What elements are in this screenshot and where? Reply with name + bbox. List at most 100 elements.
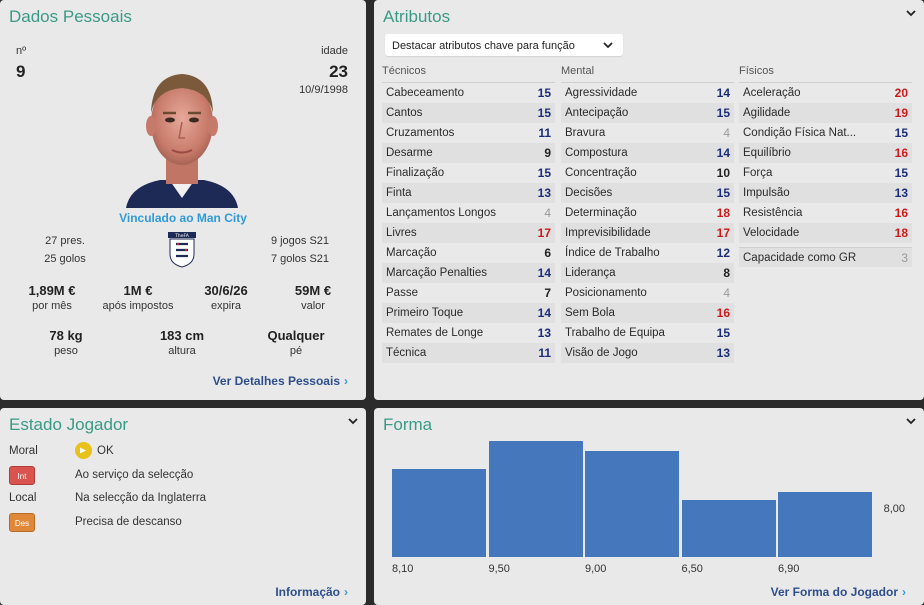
- view-player-form-link[interactable]: Ver Forma do Jogador ›: [771, 585, 906, 599]
- attribute-row[interactable]: Velocidade 18: [739, 223, 912, 243]
- panel-menu-chevron-icon[interactable]: [906, 418, 916, 426]
- height-value: 183 cm: [159, 328, 205, 343]
- attribute-row[interactable]: Cruzamentos 11: [382, 123, 555, 143]
- attribute-row[interactable]: Agressividade 14: [561, 83, 734, 103]
- view-personal-details-link[interactable]: Ver Detalhes Pessoais ›: [213, 374, 348, 388]
- club-goals: 25 golos: [44, 253, 86, 265]
- attribute-row[interactable]: Cabeceamento 15: [382, 83, 555, 103]
- attribute-name: Visão de Jogo: [565, 347, 638, 359]
- attribute-row[interactable]: Liderança 8: [561, 263, 734, 283]
- attribute-name: Passe: [386, 287, 418, 299]
- attribute-row[interactable]: Livres 17: [382, 223, 555, 243]
- weight-value: 78 kg: [49, 328, 83, 343]
- attribute-row[interactable]: Imprevisibilidade 17: [561, 223, 734, 243]
- form-bar-label: 9,00: [585, 563, 607, 575]
- attribute-row[interactable]: Resistência 16: [739, 203, 912, 223]
- attribute-row[interactable]: Sem Bola 16: [561, 303, 734, 323]
- form-bar[interactable]: [392, 468, 486, 557]
- form-bar[interactable]: [585, 450, 679, 557]
- attribute-row[interactable]: Concentração 10: [561, 163, 734, 183]
- attribute-row[interactable]: Determinação 18: [561, 203, 734, 223]
- attribute-row[interactable]: Primeiro Toque 14: [382, 303, 555, 323]
- attribute-value: 8: [723, 266, 730, 280]
- attribute-value: 16: [716, 306, 730, 320]
- attribute-row[interactable]: Cantos 15: [382, 103, 555, 123]
- goalkeeper-ability-value: 3: [901, 251, 908, 265]
- attribute-row[interactable]: Trabalho de Equipa 15: [561, 323, 734, 343]
- mental-list: Agressividade 14 Antecipação 15 Bravura 4 Comp…: [561, 83, 734, 363]
- international-status-text: Ao serviço da selecção: [75, 469, 194, 481]
- attribute-row[interactable]: Marcação 6: [382, 243, 555, 263]
- attribute-value: 18: [716, 206, 730, 220]
- panel-menu-chevron-icon[interactable]: [348, 418, 358, 426]
- attribute-row[interactable]: Finta 13: [382, 183, 555, 203]
- attribute-value: 12: [716, 246, 730, 260]
- attribute-row[interactable]: Finalização 15: [382, 163, 555, 183]
- attribute-row[interactable]: Índice de Trabalho 12: [561, 243, 734, 263]
- highlight-role-dropdown-label: Destacar atributos chave para função: [392, 40, 575, 52]
- location-label: Local: [9, 492, 37, 504]
- number-label: nº: [16, 45, 27, 57]
- age-label: idade: [321, 45, 348, 57]
- club-contract-link[interactable]: Vinculado ao Man City: [0, 211, 366, 225]
- attribute-row[interactable]: Força 15: [739, 163, 912, 183]
- attribute-row[interactable]: Visão de Jogo 13: [561, 343, 734, 363]
- attribute-row[interactable]: Antecipação 15: [561, 103, 734, 123]
- shirt-number: 9: [16, 62, 26, 81]
- attribute-row[interactable]: Técnica 11: [382, 343, 555, 363]
- attribute-row[interactable]: Desarme 9: [382, 143, 555, 163]
- attribute-name: Trabalho de Equipa: [565, 327, 665, 339]
- physical-list: Aceleração 20 Agilidade 19 Condição Física N…: [739, 83, 912, 243]
- attribute-value: 15: [716, 326, 730, 340]
- highlight-role-dropdown[interactable]: Destacar atributos chave para função: [385, 34, 623, 56]
- club-appearances: 27 pres.: [45, 235, 85, 247]
- preferred-foot-label: pé: [289, 345, 303, 357]
- rest-badge[interactable]: Des: [9, 513, 35, 532]
- panel-menu-chevron-icon[interactable]: [906, 10, 916, 18]
- attribute-row[interactable]: Bravura 4: [561, 123, 734, 143]
- information-link[interactable]: Informação ›: [275, 585, 348, 599]
- attribute-row[interactable]: Equilíbrio 16: [739, 143, 912, 163]
- mental-header: Mental: [561, 65, 734, 83]
- attribute-row[interactable]: Agilidade 19: [739, 103, 912, 123]
- chevron-down-icon: [603, 42, 613, 49]
- attribute-row[interactable]: Remates de Longe 13: [382, 323, 555, 343]
- goalkeeper-ability-row[interactable]: Capacidade como GR 3: [739, 247, 912, 267]
- attribute-row[interactable]: Lançamentos Longos 4: [382, 203, 555, 223]
- physical-header: Físicos: [739, 65, 912, 83]
- date-of-birth: 10/9/1998: [299, 84, 348, 96]
- attribute-name: Técnica: [386, 347, 427, 359]
- attribute-row[interactable]: Compostura 14: [561, 143, 734, 163]
- morale-ok-icon: [75, 442, 92, 459]
- form-bar[interactable]: [778, 492, 872, 557]
- attribute-name: Agressividade: [565, 87, 638, 99]
- attribute-value: 14: [716, 86, 730, 100]
- attribute-row[interactable]: Condição Física Nat... 15: [739, 123, 912, 143]
- attribute-row[interactable]: Decisões 15: [561, 183, 734, 203]
- form-bar-label: 8,10: [392, 563, 414, 575]
- attribute-row[interactable]: Impulsão 13: [739, 183, 912, 203]
- attribute-row[interactable]: Aceleração 20: [739, 83, 912, 103]
- attribute-row[interactable]: Marcação Penalties 14: [382, 263, 555, 283]
- player-portrait: [116, 58, 248, 208]
- attribute-name: Agilidade: [743, 107, 791, 119]
- international-badge[interactable]: Int: [9, 466, 35, 485]
- form-panel: Forma 8,10 9,50 9,00 6,50 6,90 8,00 Ver Form…: [374, 408, 924, 605]
- form-bar[interactable]: [681, 499, 776, 557]
- technical-header: Técnicos: [382, 65, 555, 83]
- attribute-name: Remates de Longe: [386, 327, 484, 339]
- attribute-value: 14: [716, 146, 730, 160]
- attribute-name: Marcação Penalties: [386, 267, 487, 279]
- height-label: altura: [168, 345, 196, 357]
- attribute-value: 14: [537, 266, 551, 280]
- attribute-value: 15: [894, 166, 908, 180]
- attribute-row[interactable]: Passe 7: [382, 283, 555, 303]
- attribute-value: 15: [537, 106, 551, 120]
- attribute-row[interactable]: Posicionamento 4: [561, 283, 734, 303]
- form-average-label: 8,00: [883, 503, 905, 515]
- form-bar[interactable]: [488, 440, 583, 557]
- attribute-name: Compostura: [565, 147, 628, 159]
- preferred-foot-value: Qualquer: [267, 328, 325, 343]
- attribute-value: 17: [716, 226, 730, 240]
- attribute-name: Resistência: [743, 207, 803, 219]
